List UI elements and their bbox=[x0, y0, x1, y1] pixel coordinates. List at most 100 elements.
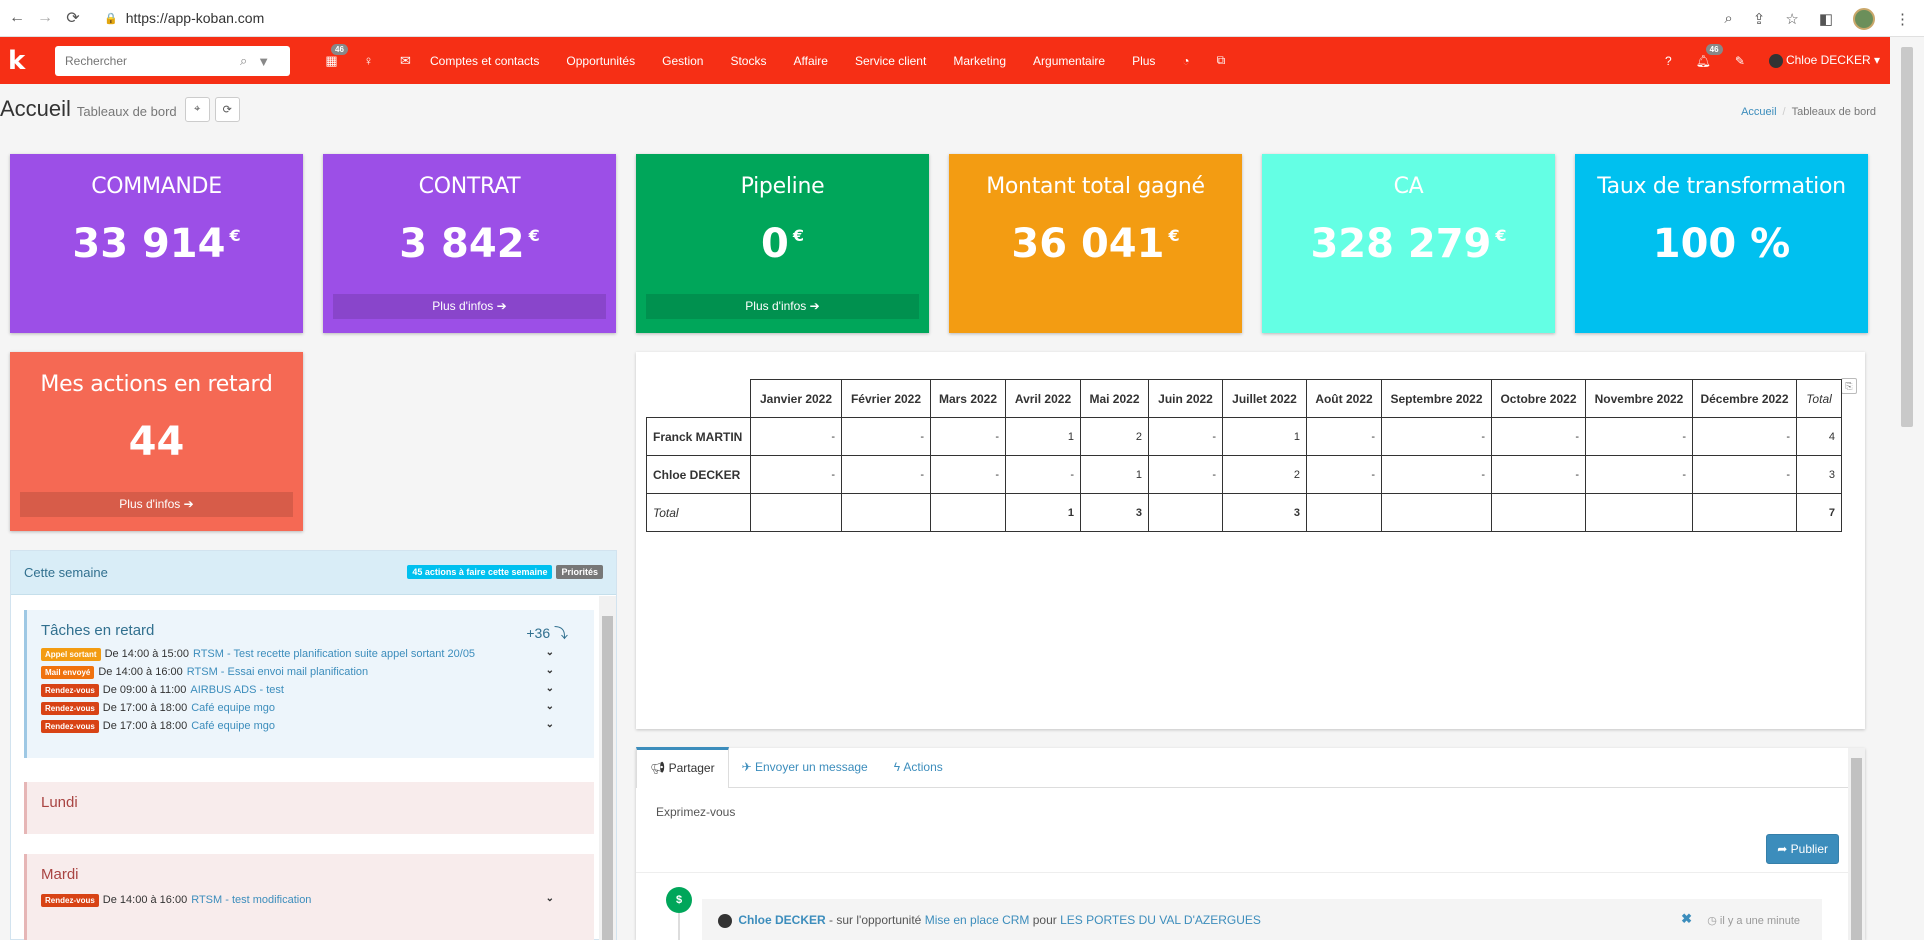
cell: - bbox=[750, 417, 842, 456]
menu-affaire[interactable]: Affaire bbox=[793, 54, 827, 68]
task-link[interactable]: Café equipe mgo bbox=[191, 720, 275, 732]
card-value: 44 bbox=[128, 419, 185, 465]
envelope-icon[interactable]: ✉ bbox=[387, 53, 424, 69]
card-contrat[interactable]: CONTRAT 3 842 € Plus d'infos ➔ bbox=[323, 154, 616, 333]
koban-logo[interactable]: k bbox=[8, 46, 38, 76]
chevron-down-icon[interactable]: ⌄ bbox=[546, 665, 554, 676]
card-commande[interactable]: COMMANDE 33 914 € bbox=[10, 154, 303, 333]
calendar-icon[interactable]: ▦ 46 bbox=[313, 43, 350, 69]
feed-company-link[interactable]: LES PORTES DU VAL D'AZERGUES bbox=[1060, 913, 1261, 927]
publish-button[interactable]: ➦ Publier bbox=[1766, 834, 1839, 864]
priorities-label[interactable]: Priorités bbox=[556, 565, 603, 579]
card-pipeline[interactable]: Pipeline 0 € Plus d'infos ➔ bbox=[636, 154, 929, 333]
help-icon[interactable]: ? bbox=[1665, 54, 1672, 68]
card-montant-total[interactable]: Montant total gagné 36 041 € bbox=[949, 154, 1242, 333]
chevron-down-icon[interactable]: ⌄ bbox=[546, 683, 554, 694]
column-header: Décembre 2022 bbox=[1692, 379, 1797, 418]
share-scrollbar[interactable] bbox=[1848, 748, 1865, 940]
late-tasks-count[interactable]: +36 ⤵ bbox=[526, 623, 568, 643]
menu-gestion[interactable]: Gestion bbox=[662, 54, 703, 68]
menu-comptes-contacts[interactable]: Comptes et contacts bbox=[430, 54, 539, 68]
cell bbox=[841, 493, 931, 532]
page-scrollbar-thumb[interactable] bbox=[1901, 47, 1913, 427]
close-icon[interactable]: ✖ bbox=[1681, 911, 1692, 927]
bookmark-star-icon[interactable]: ☆ bbox=[1785, 10, 1798, 28]
chevron-down-icon[interactable]: ⌄ bbox=[546, 893, 554, 904]
reload-icon[interactable]: ⟳ bbox=[62, 8, 84, 28]
browser-menu-icon[interactable]: ⋮ bbox=[1895, 10, 1910, 28]
table-row: Franck MARTIN - - - 1 2 - 1 - - - - - 4 bbox=[646, 417, 1842, 456]
page-scrollbar[interactable] bbox=[1890, 37, 1924, 940]
map-marker-button[interactable]: ⌖ bbox=[184, 96, 210, 122]
user-avatar bbox=[1768, 53, 1783, 68]
cell: - bbox=[930, 455, 1006, 494]
share-icon[interactable]: ⇪ bbox=[1753, 10, 1766, 28]
this-week-scrollbar[interactable] bbox=[599, 596, 616, 940]
task-item[interactable]: Rendez-vous De 14:00 à 16:00 RTSM - test… bbox=[41, 891, 580, 909]
lightbulb-icon[interactable]: ♀ bbox=[350, 53, 387, 68]
windows-icon[interactable]: ⧉ bbox=[1217, 53, 1226, 68]
bell-icon[interactable]: 🔔︎ 46 bbox=[1696, 43, 1723, 68]
cell: - bbox=[1491, 417, 1586, 456]
feed-opportunity-link[interactable]: Mise en place CRM bbox=[925, 913, 1030, 927]
menu-marketing[interactable]: Marketing bbox=[953, 54, 1006, 68]
row-name: Total bbox=[646, 493, 751, 532]
task-link[interactable]: RTSM - Test recette planification suite … bbox=[193, 648, 475, 660]
menu-service-client[interactable]: Service client bbox=[855, 54, 926, 68]
task-link[interactable]: RTSM - Essai envoi mail planification bbox=[187, 666, 368, 678]
sidepanel-icon[interactable]: ◧ bbox=[1819, 10, 1833, 28]
task-item[interactable]: Rendez-vous De 17:00 à 18:00 Café equipe… bbox=[41, 717, 580, 735]
tab-envoyer-message[interactable]: ✈ Envoyer un message bbox=[729, 747, 881, 787]
chevron-down-icon[interactable]: ⌄ bbox=[546, 647, 554, 658]
day-title: Lundi bbox=[41, 794, 78, 811]
task-time: De 09:00 à 11:00 bbox=[102, 684, 187, 696]
menu-plus[interactable]: Plus bbox=[1132, 54, 1155, 68]
export-icon[interactable]: ⎘ bbox=[1841, 378, 1857, 394]
search-icon[interactable]: ⌕ bbox=[240, 53, 247, 69]
task-link[interactable]: AIRBUS ADS - test bbox=[190, 684, 284, 696]
task-link[interactable]: Café equipe mgo bbox=[191, 702, 275, 714]
filter-icon[interactable]: ▼ bbox=[257, 54, 270, 69]
card-ca[interactable]: CA 328 279 € bbox=[1262, 154, 1555, 333]
task-link[interactable]: RTSM - test modification bbox=[191, 894, 311, 906]
forward-icon[interactable]: → bbox=[34, 9, 56, 27]
tab-partager[interactable]: 📢︎ Partager bbox=[636, 747, 729, 788]
share-input[interactable]: Exprimez-vous bbox=[656, 805, 735, 819]
task-item[interactable]: Rendez-vous De 17:00 à 18:00 Café equipe… bbox=[41, 699, 580, 717]
tab-actions[interactable]: ϟ Actions bbox=[881, 747, 956, 787]
monday-block: Lundi bbox=[24, 782, 594, 834]
chevron-down-icon[interactable]: ⌄ bbox=[546, 701, 554, 712]
task-time: De 14:00 à 16:00 bbox=[102, 894, 188, 906]
chevron-down-icon[interactable]: ⌄ bbox=[546, 719, 554, 730]
card-taux-transformation[interactable]: Taux de transformation 100 % bbox=[1575, 154, 1868, 333]
share-scrollbar-thumb[interactable] bbox=[1851, 758, 1862, 940]
breadcrumb-home[interactable]: Accueil bbox=[1741, 106, 1776, 118]
task-type-label: Appel sortant bbox=[41, 647, 101, 661]
more-info-link[interactable]: Plus d'infos ➔ bbox=[20, 492, 293, 517]
profile-avatar[interactable] bbox=[1853, 7, 1875, 30]
dashboard-icon[interactable]: ◔ bbox=[1182, 54, 1189, 68]
actions-count-label[interactable]: 45 actions à faire cette semaine bbox=[407, 565, 553, 579]
column-header: Avril 2022 bbox=[1005, 379, 1081, 418]
more-info-link[interactable]: Plus d'infos ➔ bbox=[646, 294, 919, 319]
wrench-icon[interactable]: ✎ bbox=[1735, 54, 1745, 68]
refresh-button[interactable]: ⟳ bbox=[214, 96, 240, 122]
address-bar[interactable]: 🔒 https://app-koban.com bbox=[104, 10, 264, 26]
task-time: De 14:00 à 15:00 bbox=[104, 648, 189, 660]
search-input[interactable] bbox=[65, 54, 230, 68]
menu-opportunites[interactable]: Opportunités bbox=[566, 54, 635, 68]
more-info-link[interactable]: Plus d'infos ➔ bbox=[333, 294, 606, 319]
user-menu[interactable]: Chloe DECKER ▾ bbox=[1768, 53, 1880, 68]
task-type-label: Rendez-vous bbox=[41, 719, 99, 733]
card-actions-retard[interactable]: Mes actions en retard 44 Plus d'infos ➔ bbox=[10, 352, 303, 531]
task-item[interactable]: Mail envoyé De 14:00 à 16:00 RTSM - Essa… bbox=[41, 663, 580, 681]
task-item[interactable]: Appel sortant De 14:00 à 15:00 RTSM - Te… bbox=[41, 645, 580, 663]
this-week-scrollbar-thumb[interactable] bbox=[602, 616, 613, 940]
page-subtitle: Tableaux de bord bbox=[76, 103, 177, 119]
task-item[interactable]: Rendez-vous De 09:00 à 11:00 AIRBUS ADS … bbox=[41, 681, 580, 699]
menu-argumentaire[interactable]: Argumentaire bbox=[1033, 54, 1105, 68]
zoom-icon[interactable]: ⌕ bbox=[1724, 10, 1732, 27]
menu-stocks[interactable]: Stocks bbox=[730, 54, 766, 68]
feed-author[interactable]: Chloe DECKER bbox=[738, 913, 825, 927]
back-icon[interactable]: ← bbox=[6, 9, 28, 27]
